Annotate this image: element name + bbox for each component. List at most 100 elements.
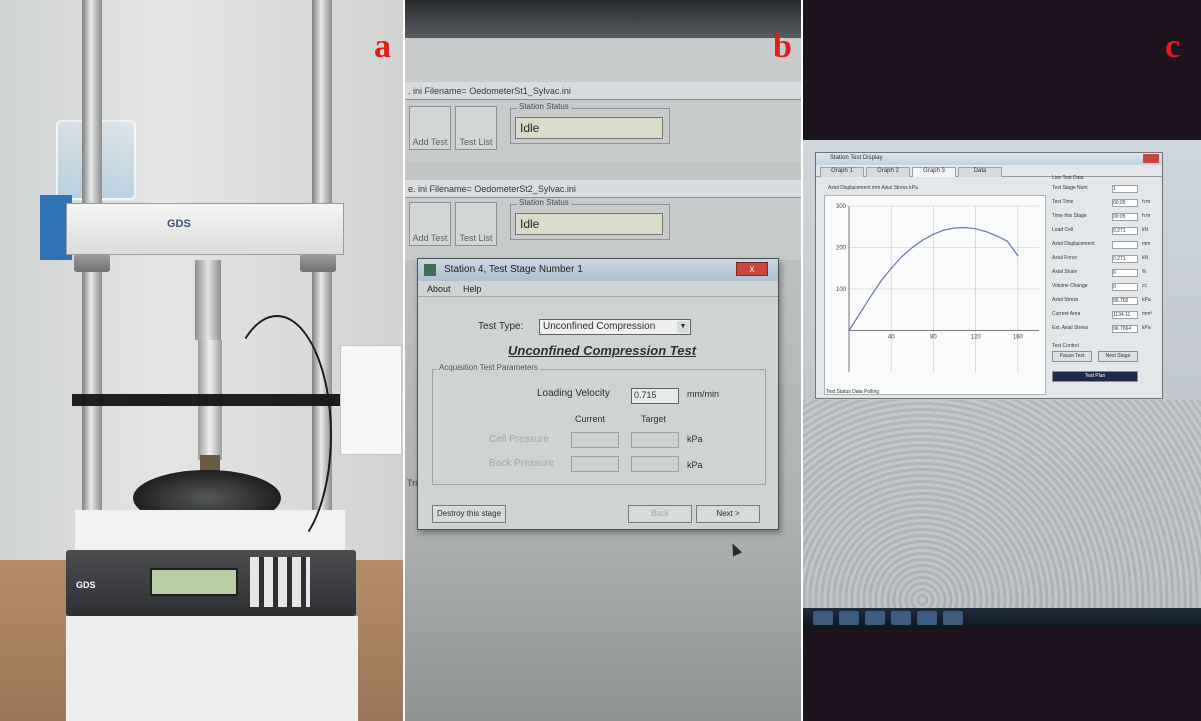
tab-graph-3[interactable]: Graph 3: [912, 167, 956, 177]
data-point: [985, 231, 987, 233]
window-titlebar: Station Test Display: [816, 153, 1162, 165]
destroy-stage-button[interactable]: Destroy this stage: [432, 505, 506, 523]
test-heading: Unconfined Compression Test: [508, 343, 697, 358]
taskbar-app-icon[interactable]: [917, 611, 937, 625]
chart-title: Axial Displacement mm Axial Stress kPa: [828, 185, 918, 191]
test-status-text: Test Status Data Polling: [826, 389, 880, 395]
taskbar-app-icon[interactable]: [891, 611, 911, 625]
data-point: [964, 226, 966, 229]
x-tick-label: 40: [888, 335, 895, 341]
next-stage-button[interactable]: Next Stage: [1098, 351, 1138, 362]
live-data-unit: h:m: [1142, 199, 1151, 205]
station1-add-test-button[interactable]: Add Test: [409, 106, 451, 150]
y-tick-label: 100: [836, 287, 847, 293]
group-label: Acquisition Test Parameters: [437, 363, 541, 372]
station1-status-box: Station Status Idle: [510, 102, 670, 144]
dialog-menubar: About Help: [418, 281, 778, 297]
live-data-row: Volume Change 0 cc: [1052, 283, 1158, 292]
live-data-label: Time this Stage: [1052, 213, 1087, 219]
live-data-label: Axial Stress: [1052, 297, 1079, 303]
crosshead: GDS: [66, 203, 344, 255]
live-data-row: Axial Strain 0%: [1052, 269, 1158, 278]
station1-test-list-button[interactable]: Test List: [455, 106, 497, 150]
tab-graph-2[interactable]: Graph 2: [866, 167, 910, 177]
panel-label-a: a: [374, 28, 391, 65]
live-data-label: Test Time: [1052, 199, 1074, 205]
live-data-unit: h:m: [1142, 213, 1151, 219]
menu-about[interactable]: About: [427, 284, 451, 294]
station2-status-field: Idle: [515, 213, 663, 235]
test-plan-button[interactable]: Test Plan: [1052, 371, 1138, 382]
live-data-label: Current Area: [1052, 311, 1081, 317]
tab-data[interactable]: Data: [958, 167, 1002, 177]
chart-area: 100 200 300 40 80 120 160: [824, 195, 1046, 395]
console-keypad[interactable]: [250, 557, 310, 607]
data-point: [890, 267, 892, 269]
load-cell: [195, 260, 221, 340]
windows-taskbar: [803, 608, 1201, 628]
stress-displacement-chart: 100 200 300 40 80 120 160: [836, 204, 1039, 372]
close-icon[interactable]: [1143, 154, 1159, 163]
taskbar-app-icon[interactable]: [839, 611, 859, 625]
live-data-row: Test Stage Num 1: [1052, 185, 1158, 194]
current-header: Current: [575, 414, 606, 424]
live-data-unit: %: [1142, 269, 1147, 275]
window-title: Station Test Display: [830, 155, 883, 161]
taskbar-app-icon[interactable]: [865, 611, 885, 625]
live-data-label: Est. Axial Stress: [1052, 325, 1089, 331]
station-test-display-window: Station Test Display Graph 1 Graph 2 Gra…: [815, 152, 1163, 399]
live-data-value: [1112, 241, 1138, 249]
cell-pressure-target: [631, 432, 679, 448]
live-data-label: Volume Change: [1052, 283, 1088, 289]
column-nut: [74, 254, 110, 272]
start-icon[interactable]: [813, 611, 833, 625]
menu-help[interactable]: Help: [463, 284, 482, 294]
x-tick-label: 160: [1013, 335, 1024, 341]
pause-test-button[interactable]: Pause Test: [1052, 351, 1092, 362]
wall-notice: [340, 345, 402, 455]
station1-header: . ini Filename= OedometerSt1_Sylvac.ini: [405, 82, 801, 100]
data-point: [1017, 255, 1019, 257]
back-pressure-label: Back Pressure: [489, 458, 555, 469]
live-data-value: 0.271: [1112, 227, 1138, 235]
loading-velocity-input[interactable]: 0.715: [631, 388, 679, 404]
cell-pressure-label: Cell Pressure: [489, 434, 550, 445]
live-data-unit: cc: [1142, 283, 1147, 289]
moire-pattern: [803, 400, 1201, 610]
live-data-row: Axial Force 0.271 kN: [1052, 255, 1158, 264]
live-data-value: 1134.11: [1112, 311, 1138, 319]
panel-b-station-dialog-photo: . ini Filename= OedometerSt1_Sylvac.ini …: [405, 0, 801, 721]
live-data-row: Time this Stage 00:05 h:m: [1052, 213, 1158, 222]
test-list-label: Test List: [459, 137, 493, 147]
chevron-down-icon[interactable]: ▼: [677, 321, 689, 333]
tab-graph-1[interactable]: Graph 1: [820, 167, 864, 177]
next-button[interactable]: Next >: [696, 505, 760, 523]
live-data-value: 0: [1112, 283, 1138, 291]
station2-test-list-button[interactable]: Test List: [455, 202, 497, 246]
back-button[interactable]: Back: [628, 505, 692, 523]
live-data-unit: mm²: [1142, 311, 1152, 317]
station2-add-test-button[interactable]: Add Test: [409, 202, 451, 246]
data-point: [848, 329, 850, 332]
live-data-row: Axial Displacement mm: [1052, 241, 1158, 250]
station-status-label: Station Status: [517, 102, 571, 111]
test-type-select[interactable]: Unconfined Compression ▼: [539, 319, 691, 335]
data-point: [858, 313, 861, 315]
panel-c-test-display-photo: Station Test Display Graph 1 Graph 2 Gra…: [803, 0, 1201, 721]
live-data-unit: mm: [1142, 241, 1151, 247]
loading-velocity-label: Loading Velocity: [537, 388, 610, 399]
live-data-label: Axial Displacement: [1052, 241, 1095, 247]
station2-status-box: Station Status Idle: [510, 198, 670, 240]
test-list-label: Test List: [459, 233, 493, 243]
test-type-label: Test Type:: [478, 321, 524, 332]
monitor-bezel: [405, 0, 801, 38]
live-data-header: Live Test Data: [1052, 175, 1084, 181]
data-point: [996, 235, 998, 237]
live-data-unit: kN: [1142, 227, 1149, 233]
close-icon[interactable]: x: [736, 262, 768, 276]
station2-header: e. ini Filename= OedometerSt2_Sylvac.ini: [405, 180, 801, 198]
dialog-title: Station 4, Test Stage Number 1: [444, 264, 583, 275]
data-point: [911, 246, 913, 249]
y-tick-label: 300: [836, 204, 847, 210]
taskbar-app-icon[interactable]: [943, 611, 963, 625]
